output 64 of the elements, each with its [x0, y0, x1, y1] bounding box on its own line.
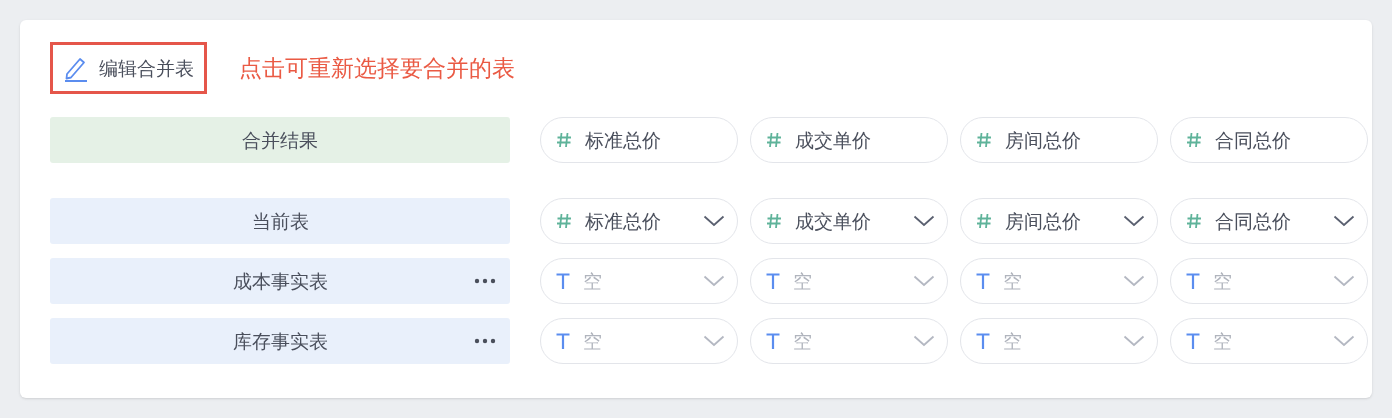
field-placeholder: 空: [1003, 268, 1022, 294]
chevron-down-icon: [1333, 215, 1355, 227]
result-label: 合并结果: [50, 117, 510, 163]
field-placeholder: 空: [1003, 328, 1022, 354]
chevron-down-icon: [1123, 335, 1145, 347]
text-type-icon: [975, 332, 991, 350]
chevron-down-icon: [913, 335, 935, 347]
more-icon[interactable]: [474, 338, 496, 344]
chevron-down-icon: [1333, 275, 1355, 287]
chevron-down-icon: [913, 275, 935, 287]
field-select[interactable]: 空: [960, 258, 1158, 304]
text-type-icon: [975, 272, 991, 290]
hash-icon: [1185, 131, 1203, 149]
text-type-icon: [1185, 272, 1201, 290]
hash-icon: [1185, 212, 1203, 230]
field-value: 房间总价: [1005, 208, 1081, 234]
field-placeholder: 空: [1213, 328, 1232, 354]
field-value: 成交单价: [795, 208, 871, 234]
field-value: 合同总价: [1215, 208, 1291, 234]
text-type-icon: [765, 272, 781, 290]
field-value: 标准总价: [585, 208, 661, 234]
field-select[interactable]: 房间总价: [960, 198, 1158, 244]
field-select[interactable]: 空: [540, 318, 738, 364]
hash-icon: [975, 212, 993, 230]
edit-merge-table-button[interactable]: 编辑合并表: [50, 42, 207, 94]
chevron-down-icon: [1123, 215, 1145, 227]
hash-icon: [975, 131, 993, 149]
text-type-icon: [1185, 332, 1201, 350]
chevron-down-icon: [1333, 335, 1355, 347]
hash-icon: [555, 131, 573, 149]
hash-icon: [555, 212, 573, 230]
field-name: 合同总价: [1215, 127, 1291, 153]
field-select[interactable]: 合同总价: [1170, 198, 1368, 244]
field-select[interactable]: 空: [750, 258, 948, 304]
field-name: 房间总价: [1005, 127, 1081, 153]
chevron-down-icon: [703, 275, 725, 287]
field-select[interactable]: 成交单价: [750, 198, 948, 244]
field-placeholder: 空: [583, 268, 602, 294]
chevron-down-icon: [703, 215, 725, 227]
hash-icon: [765, 131, 783, 149]
more-icon[interactable]: [474, 278, 496, 284]
table-name: 当前表: [251, 208, 309, 234]
field-placeholder: 空: [583, 328, 602, 354]
field-select[interactable]: 标准总价: [540, 198, 738, 244]
text-type-icon: [555, 332, 571, 350]
field-select[interactable]: 空: [750, 318, 948, 364]
field-placeholder: 空: [793, 328, 812, 354]
field-select[interactable]: 空: [1170, 318, 1368, 364]
field-name: 成交单价: [795, 127, 871, 153]
field-select[interactable]: 空: [960, 318, 1158, 364]
table-name: 成本事实表: [232, 268, 328, 294]
text-type-icon: [765, 332, 781, 350]
table-name: 库存事实表: [232, 328, 328, 354]
field-select[interactable]: 空: [540, 258, 738, 304]
chevron-down-icon: [703, 335, 725, 347]
field-name: 标准总价: [585, 127, 661, 153]
chevron-down-icon: [1123, 275, 1145, 287]
hash-icon: [765, 212, 783, 230]
annotation-text: 点击可重新选择要合并的表: [239, 53, 515, 83]
field-placeholder: 空: [793, 268, 812, 294]
field-select[interactable]: 空: [1170, 258, 1368, 304]
text-type-icon: [555, 272, 571, 290]
chevron-down-icon: [913, 215, 935, 227]
field-placeholder: 空: [1213, 268, 1232, 294]
